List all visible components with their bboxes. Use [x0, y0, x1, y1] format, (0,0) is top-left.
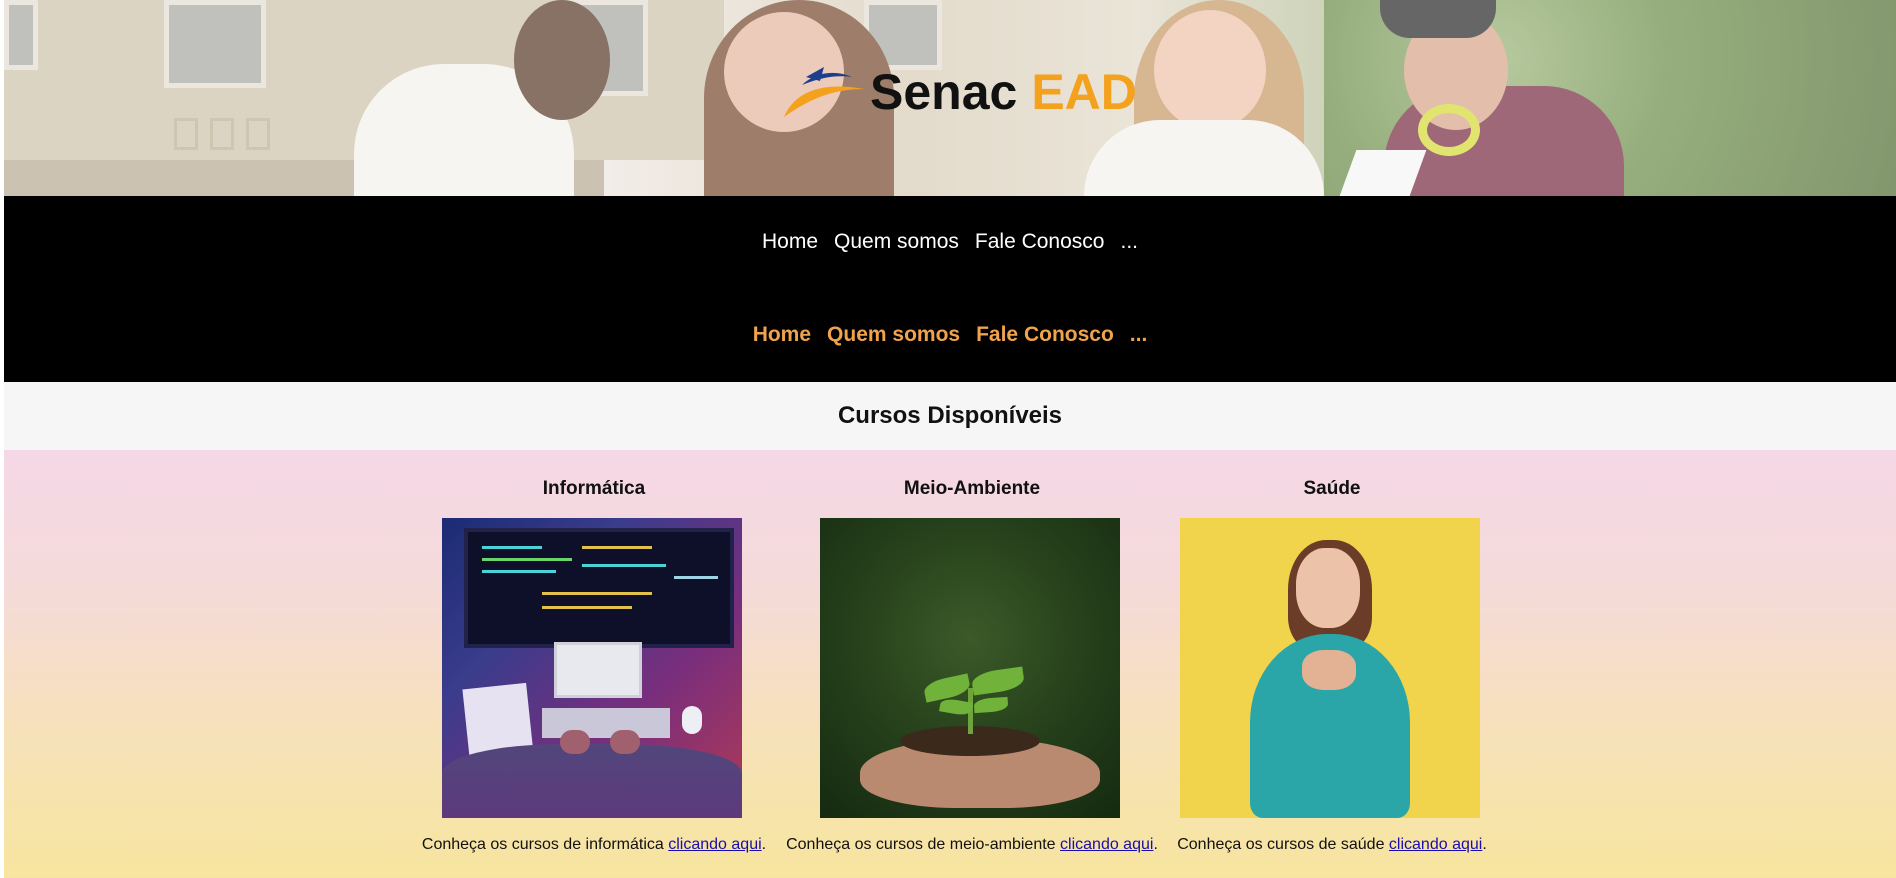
secondary-nav: Home Quem somos Fale Conosco ... [4, 323, 1896, 347]
code-line [582, 564, 666, 567]
mouse-graphic [682, 706, 702, 734]
sprout-leaf [922, 673, 972, 703]
nav-quem-somos-link[interactable]: Quem somos [834, 230, 959, 254]
hand-graphic [560, 730, 590, 754]
nav-more-link[interactable]: ... [1120, 230, 1138, 254]
senac-logo-icon [784, 67, 864, 117]
code-line [542, 592, 652, 595]
brand-logo[interactable]: Senac EAD [780, 60, 1137, 124]
caption-text: Conheça os cursos de saúde [1177, 836, 1385, 853]
page: Senac EAD Home Quem somos Fale Conosco .… [4, 0, 1896, 878]
caption-text: Conheça os cursos de informática [421, 836, 664, 853]
hero-banner: Senac EAD [4, 0, 1896, 196]
nav2-fale-conosco-link[interactable]: Fale Conosco [976, 323, 1114, 347]
face-graphic [1296, 548, 1360, 628]
courses-heading-bar: Cursos Disponíveis [4, 382, 1896, 450]
brand-suffix: EAD [1031, 64, 1137, 120]
caption-end: . [1482, 836, 1487, 853]
courses-area: Informática Conheça os cursos de informá… [4, 450, 1896, 878]
section-title: Cursos Disponíveis [837, 402, 1063, 429]
nav2-quem-somos-link[interactable]: Quem somos [827, 323, 960, 347]
tablet-graphic [554, 642, 642, 698]
course-title: Meio-Ambiente [903, 478, 1041, 499]
course-image-informatica [442, 518, 742, 818]
code-line [482, 558, 572, 561]
brand-name: Senac [870, 64, 1018, 120]
hands-graphic [1302, 650, 1356, 690]
course-image-meio-ambiente [820, 518, 1120, 818]
keyboard-graphic [542, 708, 670, 738]
nav2-home-link[interactable]: Home [753, 323, 811, 347]
nav-home-link[interactable]: Home [762, 230, 818, 254]
nav2-more-link[interactable]: ... [1130, 323, 1148, 347]
hand-graphic [610, 730, 640, 754]
sprout-leaf [970, 666, 1026, 696]
course-title: Informática [542, 478, 646, 499]
code-line [542, 606, 632, 609]
code-line [674, 576, 718, 579]
arms-graphic [442, 744, 742, 818]
code-line [582, 546, 652, 549]
code-line [482, 546, 542, 549]
course-title: Saúde [1303, 478, 1361, 499]
caption-text: Conheça os cursos de meio-ambiente [786, 836, 1056, 853]
course-caption: Conheça os cursos de saúde clicando aqui… [1102, 836, 1562, 854]
navigation-area: Home Quem somos Fale Conosco ... Home Qu… [4, 196, 1896, 382]
course-image-saude [1180, 518, 1480, 818]
course-link-saude[interactable]: clicando aqui [1389, 836, 1482, 853]
code-line [482, 570, 556, 573]
primary-nav: Home Quem somos Fale Conosco ... [4, 230, 1896, 254]
nav-fale-conosco-link[interactable]: Fale Conosco [975, 230, 1105, 254]
sprout-leaf [973, 696, 1009, 714]
